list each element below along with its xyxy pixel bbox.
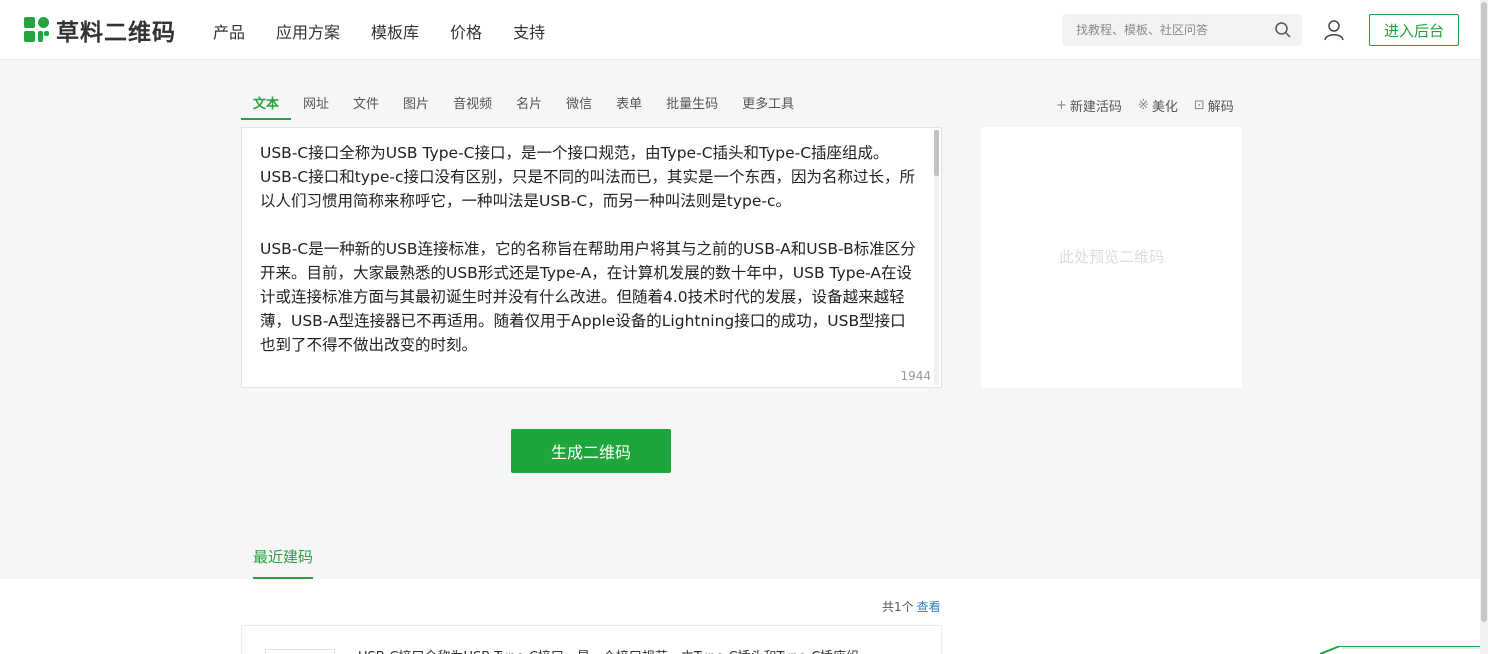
enter-dashboard-button[interactable]: 进入后台 [1369,14,1459,46]
top-header: 草料二维码 产品 应用方案 模板库 价格 支持 进入后台 [0,0,1480,60]
qr-preview: 此处预览二维码 [981,127,1242,388]
new-dynamic-code-label: 新建活码 [1069,100,1122,115]
tab-image[interactable]: 图片 [391,96,441,120]
generate-qr-button[interactable]: 生成二维码 [511,429,671,473]
decode-button[interactable]: ⊡ 解码 [1194,96,1234,115]
plus-icon: + [1056,98,1067,113]
recent-item-snippet: USB-C接口全称为USB Type-C接口，是一个接口规范，由Type-C插头… [358,646,859,654]
nav-item-solutions[interactable]: 应用方案 [276,19,340,43]
scan-icon: ⊡ [1193,98,1205,113]
user-icon[interactable] [1323,19,1345,41]
page-scrollbar[interactable] [1480,0,1488,654]
decode-label: 解码 [1207,100,1234,115]
page-scrollbar-thumb[interactable] [1481,2,1487,622]
new-dynamic-code-button[interactable]: + 新建活码 [1056,96,1122,115]
tab-batch[interactable]: 批量生码 [654,96,730,120]
nav-item-pricing[interactable]: 价格 [450,19,482,43]
beautify-label: 美化 [1151,100,1178,115]
tab-file[interactable]: 文件 [341,96,391,120]
logo-text: 草料二维码 [56,20,176,46]
view-all-link[interactable]: 查看 [917,600,941,614]
tab-form[interactable]: 表单 [604,96,654,120]
beautify-button[interactable]: ※ 美化 [1138,96,1178,115]
qr-type-tabs: 文本 网址 文件 图片 音视频 名片 微信 表单 批量生码 更多工具 [241,96,806,120]
char-count: 1944 [900,369,931,383]
search-icon[interactable] [1274,21,1292,39]
search-input[interactable] [1062,15,1262,45]
search-box [1062,14,1302,46]
editor-scrollbar-thumb[interactable] [934,130,939,176]
editor-scrollbar[interactable] [934,130,939,385]
tab-business-card[interactable]: 名片 [504,96,554,120]
tab-text[interactable]: 文本 [241,96,292,120]
nav-item-templates[interactable]: 模板库 [371,19,419,43]
recent-codes-tab[interactable]: 最近建码 [253,546,314,579]
tab-more-tools[interactable]: 更多工具 [730,96,806,120]
tab-url[interactable]: 网址 [291,96,341,120]
recent-count: 共1个 查看 [882,598,941,615]
text-editor[interactable]: USB-C接口全称为USB Type-C接口，是一个接口规范，由Type-C插头… [241,127,942,388]
tab-audio-video[interactable]: 音视频 [441,96,504,120]
recent-count-text: 共1个 [882,600,914,614]
tab-wechat[interactable]: 微信 [554,96,604,120]
sparkle-icon: ※ [1137,98,1149,113]
recent-item-thumbnail[interactable] [265,649,335,654]
nav-item-products[interactable]: 产品 [213,19,245,43]
main-nav: 产品 应用方案 模板库 价格 支持 [213,19,545,43]
recent-item[interactable]: USB-C接口全称为USB Type-C接口，是一个接口规范，由Type-C插头… [241,625,942,654]
logo-mark-icon [24,17,50,43]
preview-placeholder: 此处预览二维码 [1058,248,1164,266]
nav-item-support[interactable]: 支持 [513,19,545,43]
qr-tools: + 新建活码 ※ 美化 ⊡ 解码 [1056,96,1234,115]
editor-content[interactable]: USB-C接口全称为USB Type-C接口，是一个接口规范，由Type-C插头… [260,141,920,357]
floating-widget[interactable] [1320,646,1480,654]
logo[interactable]: 草料二维码 [24,16,176,46]
